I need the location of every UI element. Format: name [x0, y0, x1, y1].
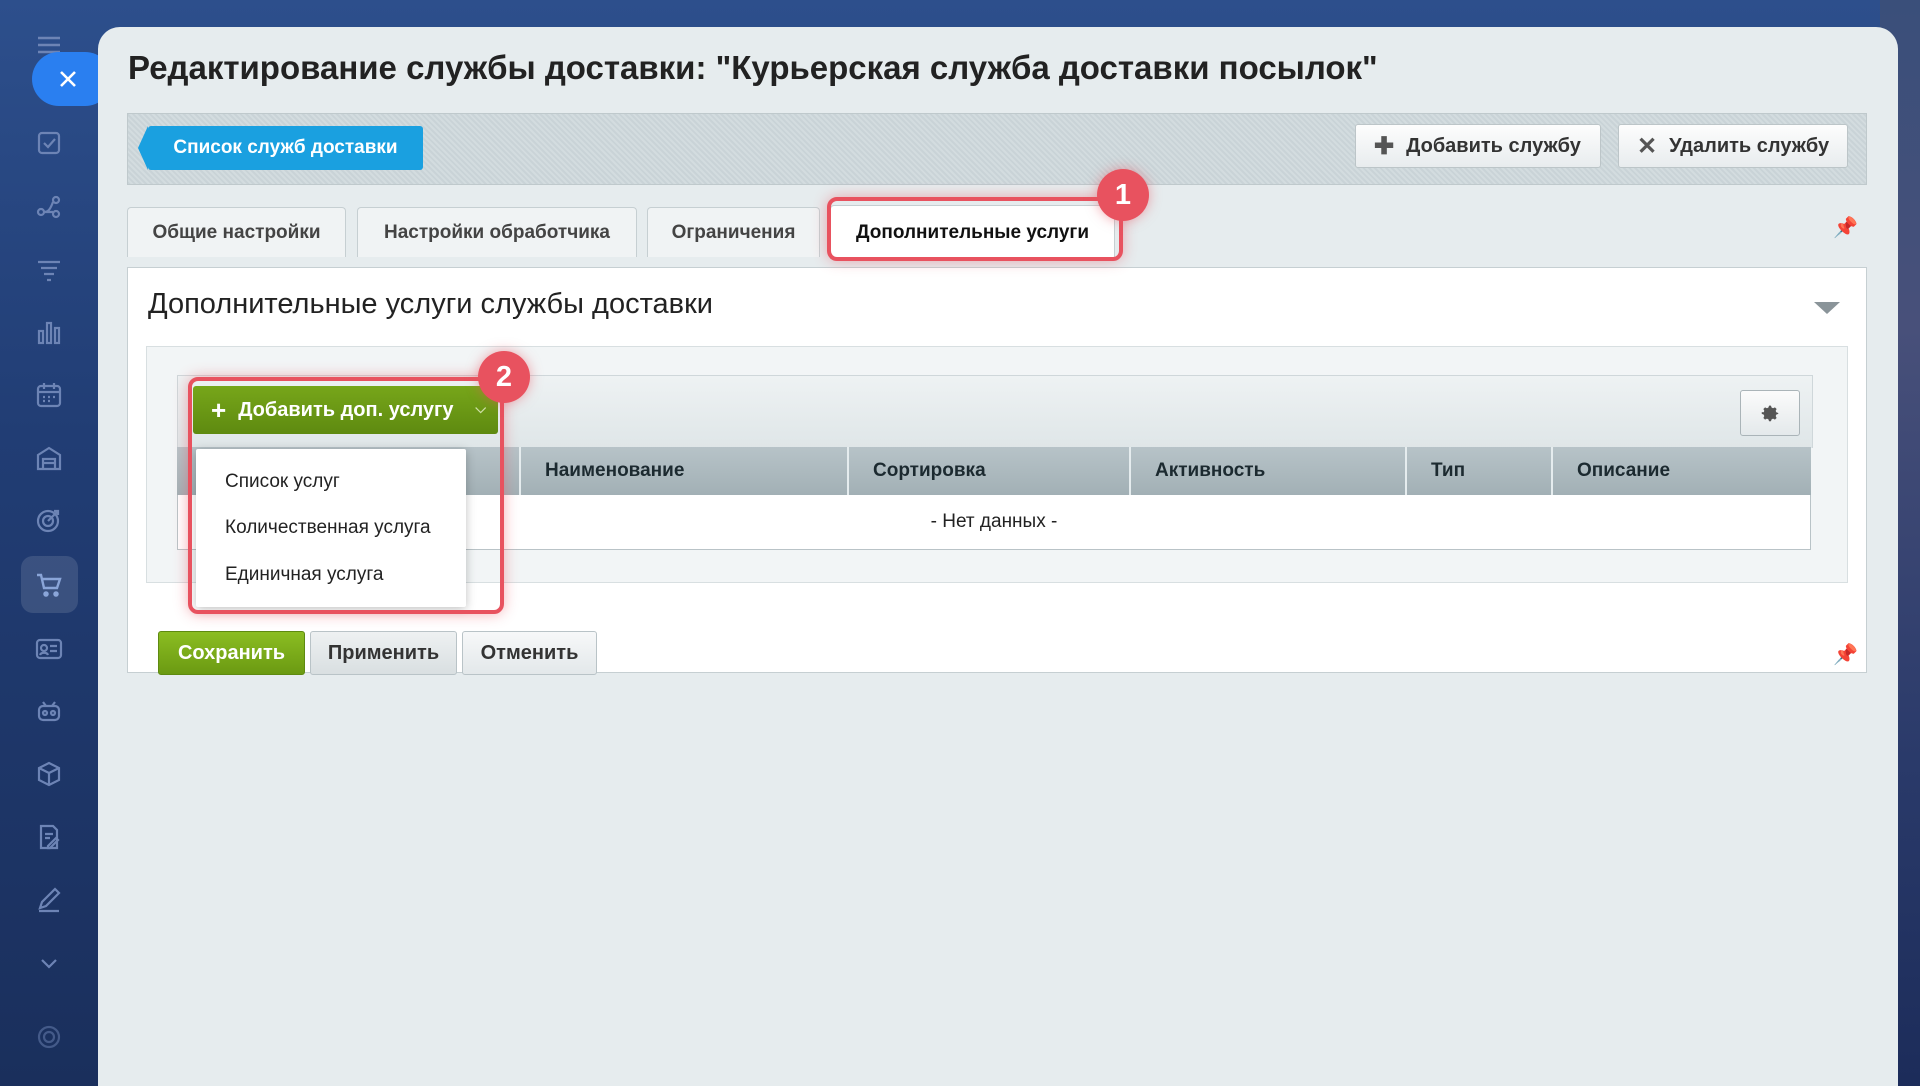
plus-icon: ✚ [1374, 132, 1395, 160]
chevron-down-icon[interactable] [32, 946, 66, 980]
pin-icon[interactable]: 📌 [1833, 215, 1858, 240]
pin-icon-bottom[interactable]: 📌 [1833, 642, 1858, 667]
close-icon [60, 71, 76, 87]
annotation-badge-2: 2 [478, 351, 530, 403]
top-toolbar: Список служб доставки ✚ Добавить службу … [127, 113, 1867, 185]
gear-icon [1761, 405, 1779, 422]
column-type[interactable]: Тип [1407, 447, 1553, 495]
column-sort[interactable]: Сортировка [849, 447, 1131, 495]
column-description[interactable]: Описание [1553, 447, 1811, 495]
grid-settings-button[interactable] [1740, 390, 1800, 436]
pen-icon[interactable] [32, 882, 66, 916]
delivery-list-button[interactable]: Список служб доставки [138, 126, 423, 170]
column-name[interactable]: Наименование [521, 447, 849, 495]
highlight-tab-additional-services [827, 197, 1123, 261]
settings-icon[interactable] [32, 1020, 66, 1054]
section-title: Дополнительные услуги службы доставки [148, 288, 713, 320]
calendar-icon[interactable] [32, 378, 66, 412]
add-service-button[interactable]: ✚ Добавить службу [1355, 124, 1601, 168]
tab-general-settings[interactable]: Общие настройки [127, 207, 346, 257]
contact-card-icon[interactable] [32, 632, 66, 666]
add-service-label: Добавить службу [1406, 134, 1581, 157]
document-edit-icon[interactable] [32, 820, 66, 854]
cross-icon: ✕ [1637, 132, 1658, 160]
apply-button[interactable]: Применить [310, 631, 457, 675]
tab-handler-settings[interactable]: Настройки обработчика [357, 207, 637, 257]
highlight-add-service-menu [188, 377, 504, 614]
cart-icon[interactable] [32, 568, 66, 602]
delete-service-button[interactable]: ✕ Удалить службу [1618, 124, 1848, 168]
bar-chart-icon[interactable] [32, 315, 66, 349]
save-button[interactable]: Сохранить [158, 631, 305, 675]
warehouse-icon[interactable] [32, 441, 66, 475]
flow-icon[interactable] [32, 190, 66, 224]
robot-icon[interactable] [32, 694, 66, 728]
page-title: Редактирование службы доставки: "Курьерс… [128, 49, 1378, 86]
checkbox-icon[interactable] [32, 126, 66, 160]
collapse-icon[interactable] [1814, 302, 1840, 314]
tab-restrictions[interactable]: Ограничения [647, 207, 820, 257]
annotation-badge-1: 1 [1097, 169, 1149, 221]
delete-service-label: Удалить службу [1669, 134, 1830, 157]
left-sidebar [0, 0, 112, 1086]
column-active[interactable]: Активность [1131, 447, 1407, 495]
box-icon[interactable] [32, 757, 66, 791]
filter-icon[interactable] [32, 253, 66, 287]
target-icon[interactable] [32, 503, 66, 537]
cancel-button[interactable]: Отменить [462, 631, 597, 675]
